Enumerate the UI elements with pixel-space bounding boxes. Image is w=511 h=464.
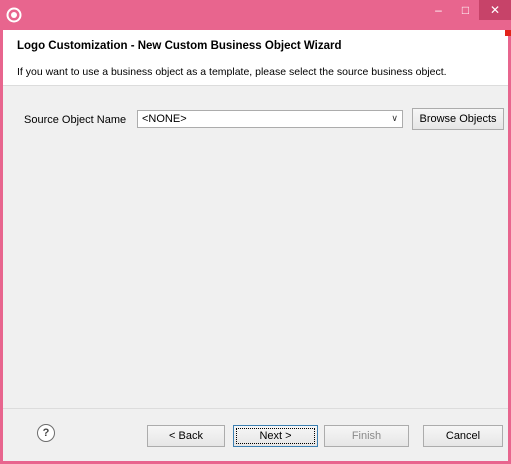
maximize-button[interactable]: □ xyxy=(452,0,479,20)
title-bar: – □ ✕ xyxy=(0,0,511,30)
footer-separator xyxy=(3,408,508,409)
wizard-description: If you want to use a business object as … xyxy=(17,66,447,78)
wizard-header: Logo Customization - New Custom Business… xyxy=(3,30,511,86)
app-icon xyxy=(6,7,22,23)
cancel-button[interactable]: Cancel xyxy=(423,425,503,447)
close-button[interactable]: ✕ xyxy=(479,0,511,20)
next-button[interactable]: Next > xyxy=(233,425,318,447)
browse-objects-button[interactable]: Browse Objects xyxy=(412,108,504,130)
dropdown-arrow-icon[interactable]: ∨ xyxy=(391,113,398,124)
accent-marker xyxy=(505,30,511,36)
minimize-button[interactable]: – xyxy=(425,0,452,20)
help-icon[interactable]: ? xyxy=(37,424,55,442)
minimize-icon: – xyxy=(435,3,442,17)
source-object-dropdown[interactable]: <NONE> ∨ xyxy=(137,110,403,128)
wizard-window: – □ ✕ Logo Customization - New Custom Bu… xyxy=(0,0,511,464)
back-button[interactable]: < Back xyxy=(147,425,225,447)
close-icon: ✕ xyxy=(489,3,501,17)
wizard-title: Logo Customization - New Custom Business… xyxy=(17,40,342,52)
source-object-value: <NONE> xyxy=(142,113,187,125)
finish-button[interactable]: Finish xyxy=(324,425,409,447)
maximize-icon: □ xyxy=(461,3,470,17)
source-object-label: Source Object Name xyxy=(24,114,127,126)
